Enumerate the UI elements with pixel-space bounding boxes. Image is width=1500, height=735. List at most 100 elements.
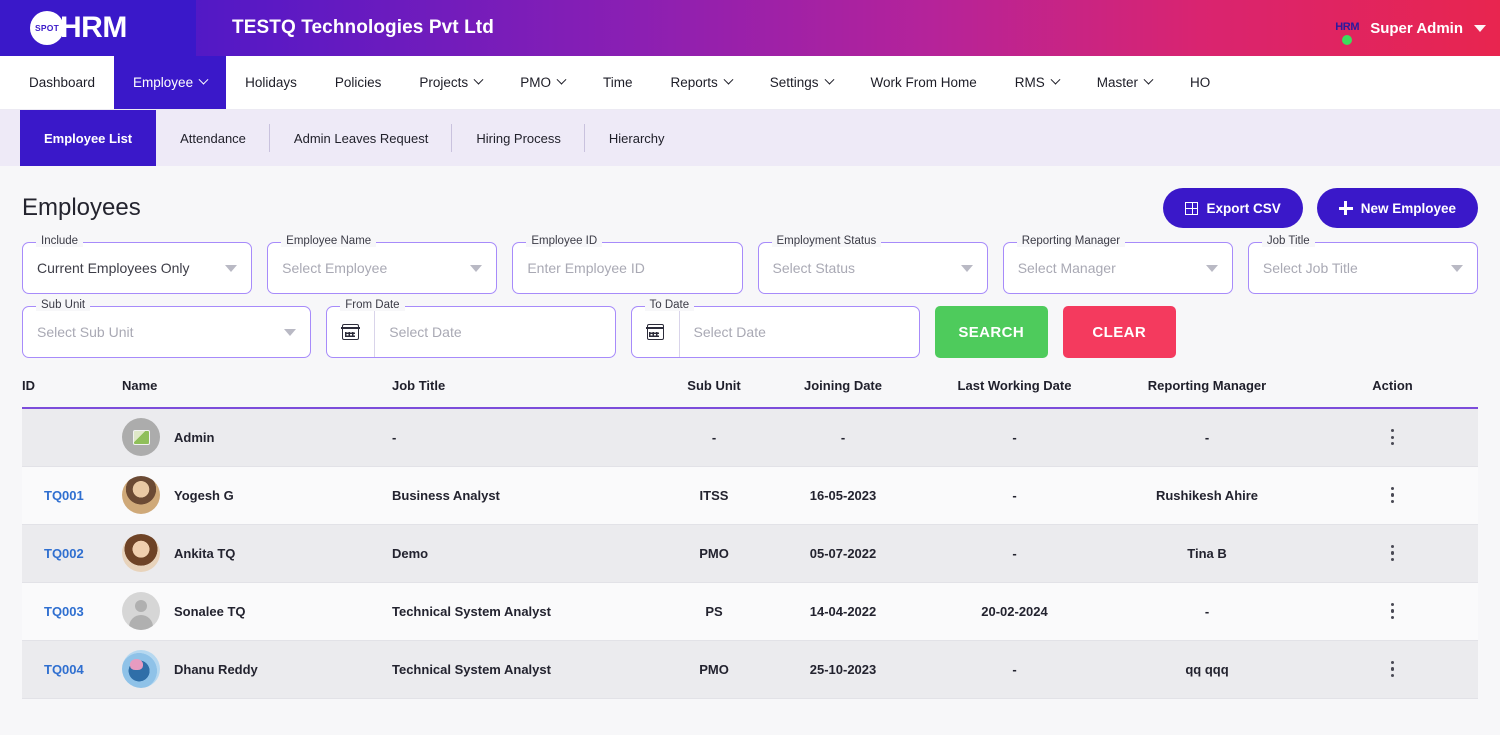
cell-reporting-manager: - — [1107, 582, 1307, 641]
filter-field-sub-unit[interactable]: Sub Unit Select Sub Unit — [22, 299, 312, 358]
nav-item-ho[interactable]: HO — [1171, 56, 1229, 109]
dropdown-arrow-icon[interactable] — [1451, 265, 1464, 272]
cell-joining-date: - — [764, 408, 922, 467]
kebab-dot — [1390, 442, 1395, 446]
export-csv-button[interactable]: Export CSV — [1163, 188, 1303, 228]
employee-id-link[interactable]: TQ001 — [22, 488, 84, 503]
dropdown-arrow-icon[interactable] — [284, 329, 297, 336]
nav-item-holidays[interactable]: Holidays — [226, 56, 316, 109]
nav-item-pmo[interactable]: PMO — [501, 56, 584, 109]
dropdown-arrow-icon[interactable] — [225, 265, 238, 272]
cell-action — [1307, 408, 1478, 467]
cell-joining-date: 05-07-2022 — [764, 524, 922, 583]
cell-name: Yogesh G — [122, 466, 392, 525]
subnav-item-employee-list[interactable]: Employee List — [20, 110, 157, 166]
filter-row-2: Sub Unit Select Sub Unit From Date Select D… — [22, 299, 1478, 358]
table-row[interactable]: Admin - - - - - — [22, 408, 1478, 467]
subnav-item-admin-leaves-request[interactable]: Admin Leaves Request — [270, 110, 453, 166]
nav-item-work-from-home[interactable]: Work From Home — [852, 56, 996, 109]
avatar[interactable]: HRM — [1333, 14, 1361, 45]
calendar-button-to-date[interactable] — [632, 307, 680, 357]
nav-item-label: Reports — [670, 75, 718, 90]
nav-item-label: Holidays — [245, 75, 297, 90]
more-options-icon[interactable] — [1384, 487, 1402, 503]
filter-field-reporting-manager[interactable]: Reporting Manager Select Manager — [1002, 235, 1233, 294]
search-button[interactable]: SEARCH — [934, 306, 1048, 358]
nav-item-settings[interactable]: Settings — [751, 56, 852, 109]
filter-input-employee-id[interactable]: Enter Employee ID — [513, 260, 645, 276]
new-employee-button[interactable]: New Employee — [1316, 188, 1478, 228]
filter-label-sub-unit: Sub Unit — [36, 299, 91, 311]
table-row[interactable]: TQ002 Ankita TQ Demo PMO 05-07-2022- Tina B — [22, 524, 1478, 583]
nav-item-policies[interactable]: Policies — [316, 56, 401, 109]
cell-id: TQ001 — [22, 466, 122, 525]
employee-id-link[interactable]: TQ002 — [22, 546, 84, 561]
cell-last-working-date: - — [922, 640, 1107, 699]
subnav-item-label: Hiring Process — [476, 130, 561, 146]
nav-item-employee[interactable]: Employee — [114, 56, 227, 109]
table-row[interactable]: TQ004 Dhanu Reddy Technical System Analyst… — [22, 640, 1478, 699]
main-navigation: Dashboard Employee Holidays Policies Project… — [0, 56, 1500, 110]
employee-avatar — [122, 650, 160, 688]
nav-item-time[interactable]: Time — [584, 56, 652, 109]
filter-field-employee-id[interactable]: Employee ID Enter Employee ID — [512, 235, 743, 294]
dropdown-arrow-icon[interactable] — [1205, 265, 1218, 272]
filter-value-reporting-manager[interactable]: Select Manager — [1004, 260, 1116, 276]
table-row[interactable]: TQ003 Sonalee TQ Technical System Analyst P… — [22, 582, 1478, 641]
dropdown-arrow-icon[interactable] — [470, 265, 483, 272]
brand-logo[interactable]: SPOT HRM — [0, 0, 196, 56]
cell-joining-date: 16-05-2023 — [764, 466, 922, 525]
table-body: Admin - - - - - TQ001 Yogesh G Business Analyst I… — [22, 408, 1478, 699]
cell-sub-unit: PMO — [664, 524, 764, 583]
chevron-down-icon — [473, 74, 484, 85]
filter-value-from-date[interactable]: Select Date — [375, 324, 461, 340]
employee-name: Ankita TQ — [174, 545, 236, 561]
filter-value-employee-name[interactable]: Select Employee — [268, 260, 387, 276]
filter-label-include: Include — [36, 235, 84, 247]
nav-item-rms[interactable]: RMS — [996, 56, 1078, 109]
cell-id: TQ004 — [22, 640, 122, 699]
subnav-item-hierarchy[interactable]: Hierarchy — [585, 110, 689, 166]
employee-id-link[interactable]: TQ004 — [22, 662, 84, 677]
subnav-item-attendance[interactable]: Attendance — [156, 110, 270, 166]
nav-item-master[interactable]: Master — [1078, 56, 1171, 109]
table-grid-icon — [1185, 201, 1199, 215]
nav-item-reports[interactable]: Reports — [651, 56, 750, 109]
subnav-item-hiring-process[interactable]: Hiring Process — [452, 110, 585, 166]
filter-value-employment-status[interactable]: Select Status — [759, 260, 856, 276]
cell-reporting-manager: Tina B — [1107, 524, 1307, 583]
dropdown-arrow-icon[interactable] — [960, 265, 973, 272]
filter-value-to-date[interactable]: Select Date — [680, 324, 766, 340]
employee-avatar — [122, 534, 160, 572]
nav-item-label: Policies — [334, 75, 382, 90]
user-menu[interactable]: HRM Super Admin — [1333, 0, 1486, 56]
employee-id-link[interactable] — [22, 430, 44, 445]
filter-field-employment-status[interactable]: Employment Status Select Status — [757, 235, 988, 294]
nav-item-dashboard[interactable]: Dashboard — [10, 56, 114, 109]
filter-value-job-title[interactable]: Select Job Title — [1249, 260, 1358, 276]
chevron-down-icon — [824, 74, 834, 85]
filter-field-from-date[interactable]: From Date Select Date — [326, 299, 616, 358]
cell-name: Ankita TQ — [122, 524, 392, 583]
employee-name-cell: Ankita TQ — [122, 534, 392, 572]
filter-field-employee-name[interactable]: Employee Name Select Employee — [267, 235, 498, 294]
filter-value-sub-unit[interactable]: Select Sub Unit — [23, 324, 134, 340]
filter-field-job-title[interactable]: Job Title Select Job Title — [1247, 235, 1479, 294]
filter-field-to-date[interactable]: To Date Select Date — [630, 299, 920, 358]
more-options-icon[interactable] — [1384, 661, 1402, 677]
filter-value-include[interactable]: Current Employees Only — [23, 260, 190, 276]
calendar-button-from-date[interactable] — [327, 307, 376, 357]
cell-action — [1307, 582, 1478, 641]
nav-item-projects[interactable]: Projects — [400, 56, 501, 109]
employee-name-cell: Yogesh G — [122, 476, 392, 514]
employee-id-link[interactable]: TQ003 — [22, 604, 84, 619]
filter-field-include[interactable]: Include Current Employees Only — [22, 235, 253, 294]
page-header-actions: Export CSV New Employee — [1163, 188, 1478, 228]
clear-button[interactable]: CLEAR — [1062, 306, 1176, 358]
cell-name: Dhanu Reddy — [122, 640, 392, 699]
more-options-icon[interactable] — [1384, 545, 1402, 561]
chevron-down-icon[interactable] — [1474, 24, 1486, 32]
more-options-icon[interactable] — [1384, 603, 1402, 619]
table-row[interactable]: TQ001 Yogesh G Business Analyst ITSS 16-05-2… — [22, 466, 1478, 525]
more-options-icon[interactable] — [1384, 429, 1402, 446]
